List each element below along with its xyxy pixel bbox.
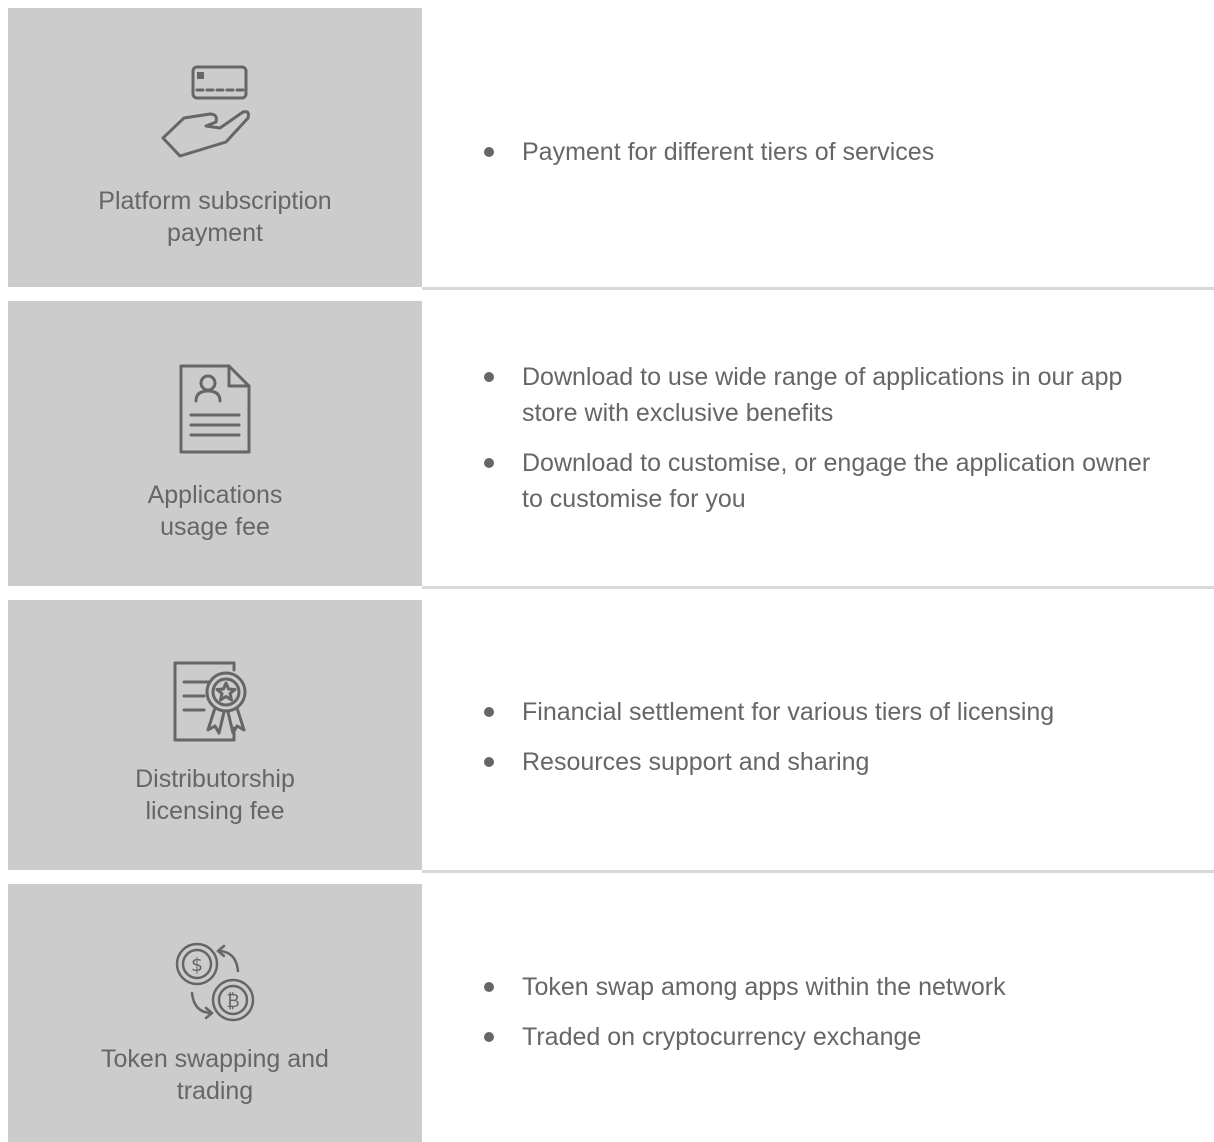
bullet-list: Download to use wide range of applicatio… <box>484 359 1162 531</box>
bullet-dot <box>484 458 494 468</box>
row-label-panel: $ ₿ Token swapping and trading <box>8 884 422 1142</box>
row-separator <box>422 586 1214 589</box>
row-separator <box>422 870 1214 873</box>
row-label-panel: Platform subscription payment <box>8 8 422 287</box>
row-applications-usage: Applications usage fee Download to use w… <box>0 301 1214 586</box>
bullet-dot <box>484 982 494 992</box>
bullet-text: Financial settlement for various tiers o… <box>522 698 1055 726</box>
row-separator <box>422 287 1214 290</box>
row-content: Financial settlement for various tiers o… <box>422 600 1214 870</box>
svg-text:$: $ <box>191 954 203 976</box>
row-content: Download to use wide range of applicatio… <box>422 301 1214 586</box>
row-label: Token swapping and trading <box>101 1045 329 1105</box>
bullet-text: Payment for different tiers of services <box>522 138 935 166</box>
bullet-item: Download to customise, or engage the app… <box>484 445 1162 517</box>
bullet-text: Download to customise, or engage the app… <box>522 449 1151 513</box>
row-label: Platform subscription payment <box>98 187 332 247</box>
row-label-panel: Distributorship licensing fee <box>8 600 422 870</box>
hand-card-icon <box>160 64 270 169</box>
row-content: Payment for different tiers of services <box>422 8 1214 287</box>
row-content: Token swap among apps within the network… <box>422 884 1214 1142</box>
bullet-list: Payment for different tiers of services <box>484 134 1162 184</box>
row-label: Distributorship licensing fee <box>135 765 295 825</box>
row-label: Applications usage fee <box>147 481 283 541</box>
bullet-item: Financial settlement for various tiers o… <box>484 694 1162 730</box>
row-platform-subscription: Platform subscription payment Payment fo… <box>0 8 1214 287</box>
bullet-text: Traded on cryptocurrency exchange <box>522 1023 922 1051</box>
bullet-dot <box>484 757 494 767</box>
row-distributorship-licensing: Distributorship licensing fee Financial … <box>0 600 1214 870</box>
bullet-item: Token swap among apps within the network <box>484 969 1162 1005</box>
certificate-icon <box>172 660 258 749</box>
bullet-item: Resources support and sharing <box>484 744 1162 780</box>
bullet-item: Traded on cryptocurrency exchange <box>484 1019 1162 1055</box>
bullet-dot <box>484 372 494 382</box>
bullet-list: Financial settlement for various tiers o… <box>484 694 1162 794</box>
document-user-icon <box>178 363 252 460</box>
currency-exchange-icon: $ ₿ <box>170 937 260 1032</box>
bullet-item: Payment for different tiers of services <box>484 134 1162 170</box>
bullet-item: Download to use wide range of applicatio… <box>484 359 1162 431</box>
bullet-text: Download to use wide range of applicatio… <box>522 363 1123 427</box>
bullet-text: Token swap among apps within the network <box>522 973 1006 1001</box>
bullet-text: Resources support and sharing <box>522 748 870 776</box>
bullet-dot <box>484 147 494 157</box>
bullet-dot <box>484 707 494 717</box>
bullet-dot <box>484 1032 494 1042</box>
row-token-swapping: $ ₿ Token swapping and trading Token swa… <box>0 884 1214 1142</box>
svg-text:₿: ₿ <box>226 991 239 1012</box>
bullet-list: Token swap among apps within the network… <box>484 969 1162 1069</box>
row-label-panel: Applications usage fee <box>8 301 422 586</box>
